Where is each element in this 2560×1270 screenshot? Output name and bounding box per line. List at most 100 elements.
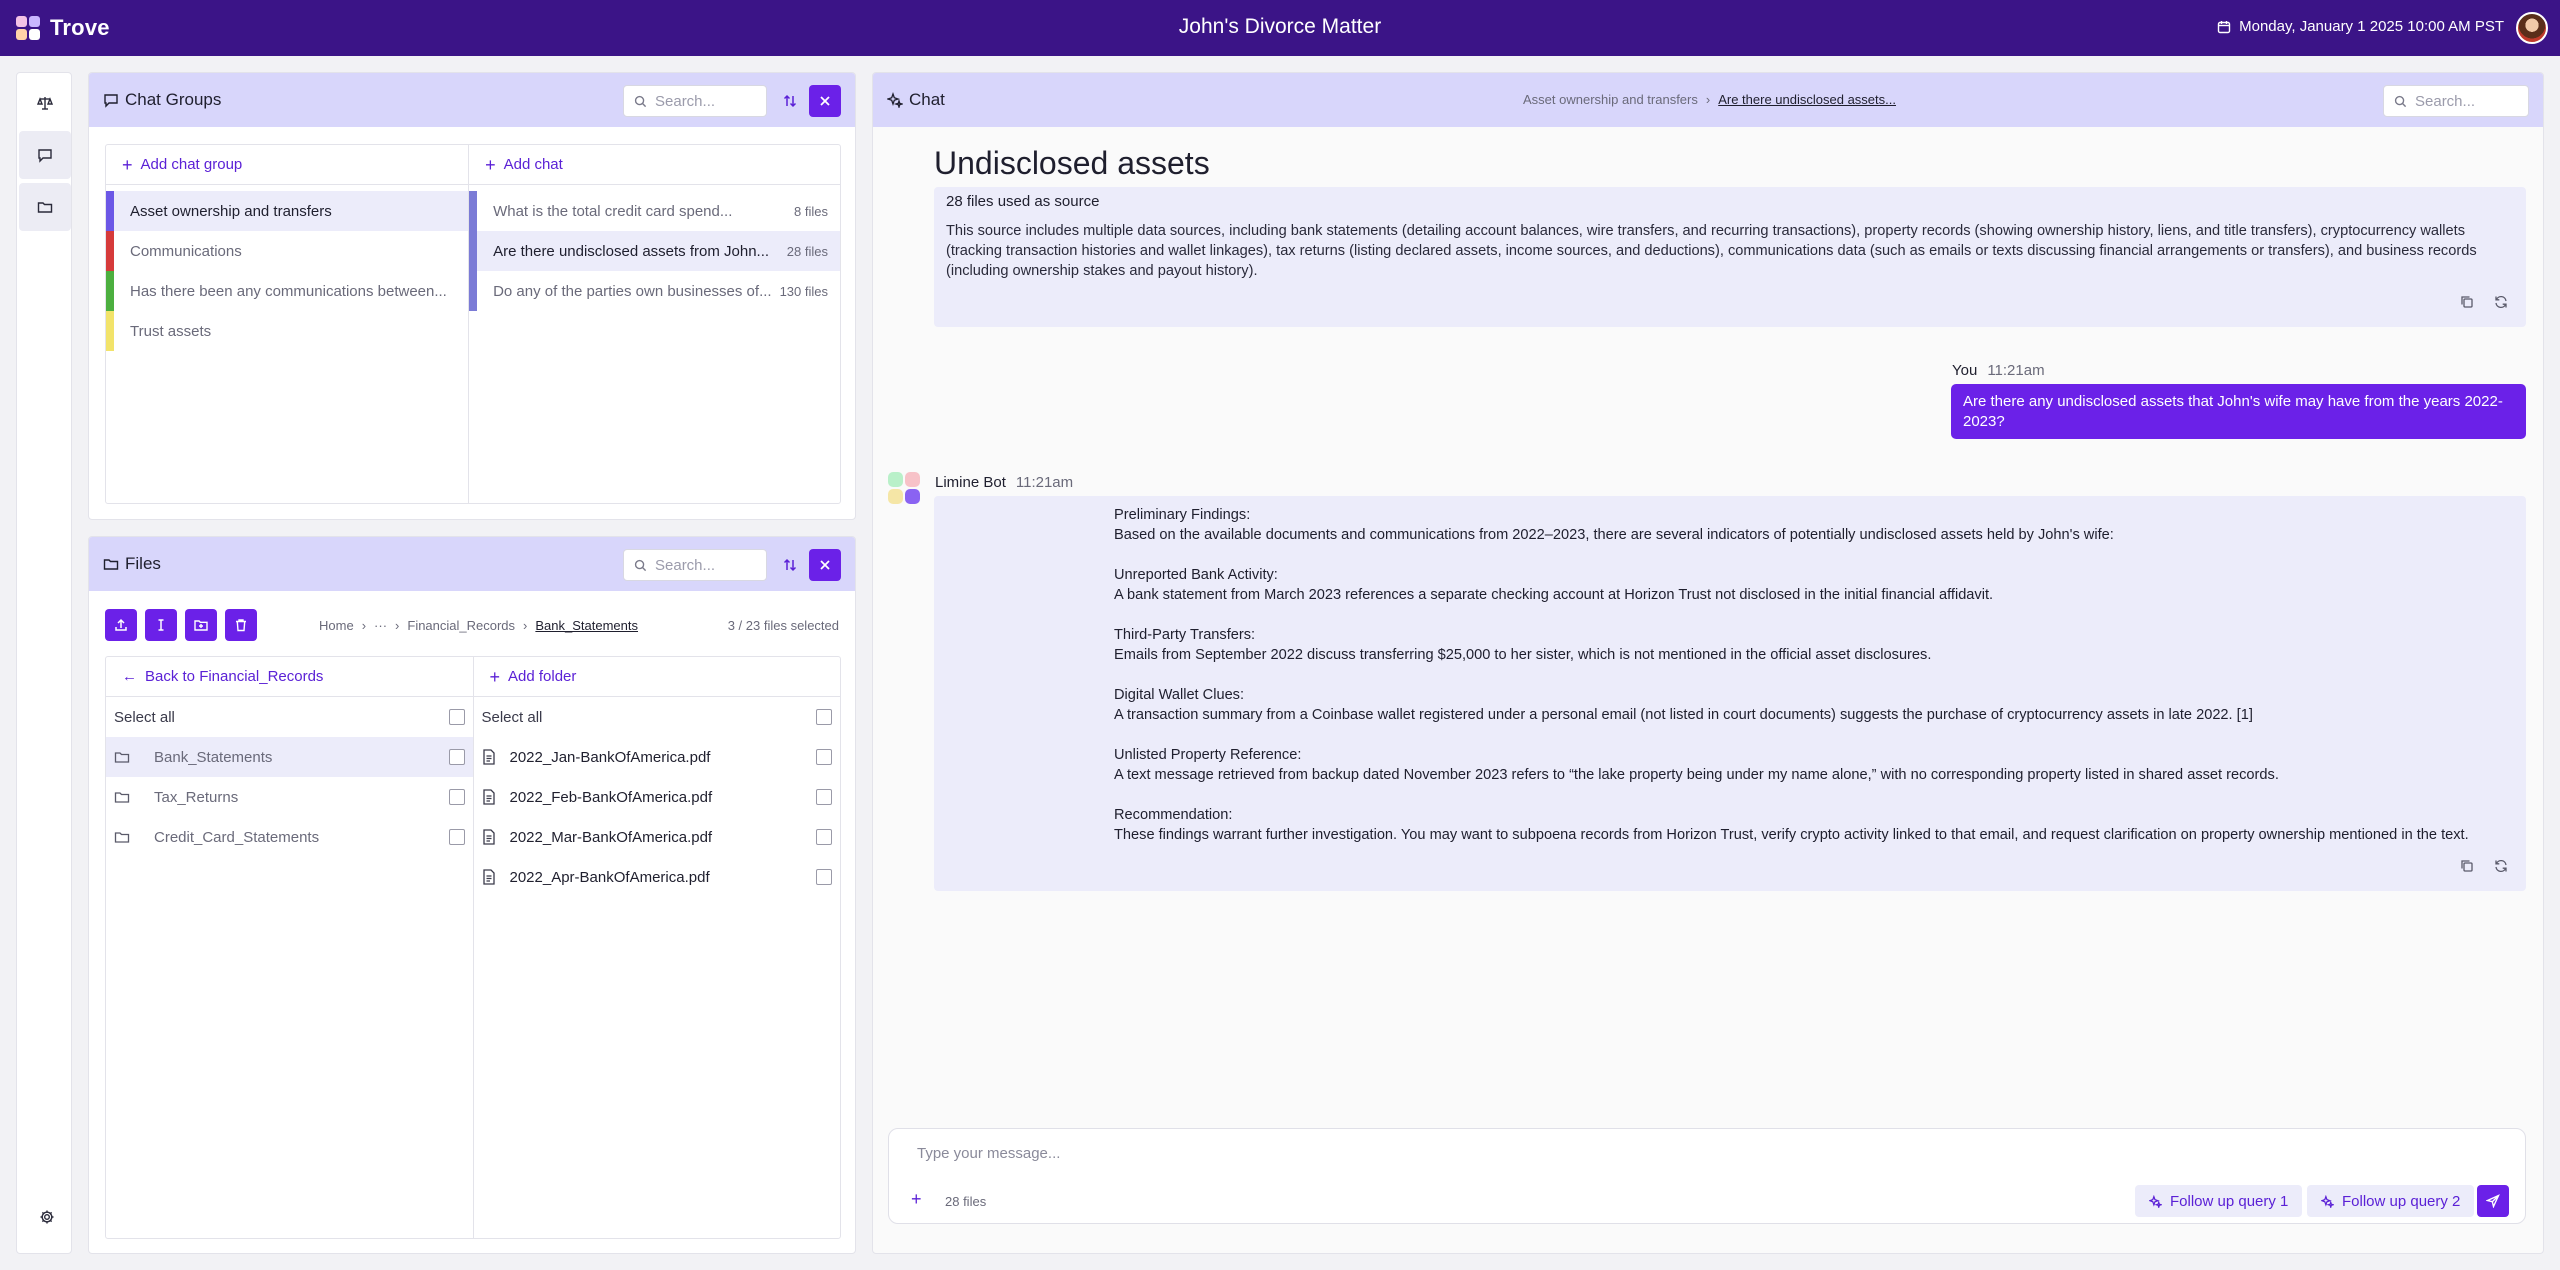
follow-up-query-2-button[interactable]: Follow up query 2 [2307,1185,2475,1217]
rename-button[interactable] [145,609,177,641]
group-color-bar [106,231,114,271]
breadcrumb-ellipsis[interactable]: ··· [374,618,387,633]
file-checkbox[interactable] [816,869,832,885]
copy-icon[interactable] [2460,295,2474,309]
file-checkbox[interactable] [816,789,832,805]
bot-paragraph: Third-Party Transfers: Emails from Septem… [1114,625,2518,665]
file-checkbox[interactable] [816,829,832,845]
files-search-input[interactable]: Search... [623,549,767,581]
chat-heading: Undisclosed assets [934,145,1210,181]
breadcrumb-financial-records[interactable]: Financial_Records [407,618,515,633]
chat-label: Are there undisclosed assets from John..… [493,242,770,260]
breadcrumb-group[interactable]: Asset ownership and transfers [1523,92,1698,107]
bot-paragraph-heading: Digital Wallet Clues: [1114,687,1245,703]
folder-checkbox[interactable] [448,749,465,765]
rail-files-button[interactable] [19,183,71,231]
folder-row[interactable]: Credit_Card_Statements [106,817,473,857]
chat-groups-columns: + Add chat group Asset ownership and tra… [105,144,841,504]
chat-groups-sort-button[interactable] [774,85,806,117]
folder-name: Credit_Card_Statements [154,828,320,846]
calendar-icon [2217,20,2231,33]
group-item-trust-assets[interactable]: Trust assets [106,311,468,351]
rail-settings-button[interactable] [21,1193,73,1241]
file-name: 2022_Mar-BankOfAmerica.pdf [509,828,713,846]
file-row[interactable]: 2022_Mar-BankOfAmerica.pdf [474,817,841,857]
group-item-has-there-been[interactable]: Has there been any communications betwee… [106,271,468,311]
add-folder-button[interactable]: + Add folder [473,657,840,697]
search-icon [634,95,647,107]
breadcrumb-bank-statements[interactable]: Bank_Statements [535,618,638,633]
group-color-bar [106,191,114,231]
breadcrumb-chat[interactable]: Are there undisclosed assets... [1718,92,1896,107]
group-label: Trust assets [130,322,212,340]
add-attachment-button[interactable]: + [911,1190,922,1208]
user-message-time: 11:21am [1987,362,2045,379]
breadcrumb-home[interactable]: Home [319,618,354,633]
group-item-communications[interactable]: Communications [106,231,468,271]
files-title-text: Files [125,554,161,573]
folder-name-wrap: Bank_Statements [114,749,272,766]
add-chat-button[interactable]: + Add chat [469,145,840,185]
select-all-files-row[interactable]: Select all [474,697,841,737]
chat-header: Chat Asset ownership and transfers › Are… [873,73,2543,127]
folder-name-wrap: Tax_Returns [114,789,238,806]
folder-checkbox[interactable] [448,829,465,845]
file-checkbox[interactable] [816,749,832,765]
file-name-wrap: 2022_Feb-BankOfAmerica.pdf [482,789,712,806]
new-folder-button[interactable] [185,609,217,641]
sort-icon [783,94,797,108]
bot-paragraph-text: A transaction summary from a Coinbase wa… [1114,707,2253,723]
chat-title-text: Chat [909,90,945,109]
chat-groups-close-button[interactable] [809,85,841,117]
message-composer: + 28 files Follow up query 1 Follow up q… [888,1128,2526,1224]
source-card: 28 files used as source This source incl… [934,187,2526,327]
bot-message-body: Preliminary Findings: Based on the availa… [1114,505,2518,845]
folder-icon [114,752,130,763]
files-sort-button[interactable] [774,549,806,581]
brand[interactable]: Trove [16,15,110,41]
folder-row[interactable]: Tax_Returns [106,777,473,817]
copy-icon[interactable] [2460,859,2474,873]
chat-item[interactable]: Do any of the parties own businesses of.… [469,271,840,311]
refresh-icon[interactable] [2494,859,2508,873]
plus-icon: + [122,154,133,175]
upload-button[interactable] [105,609,137,641]
message-input[interactable] [917,1145,2217,1162]
folder-icon [114,832,130,843]
rail-chat-button[interactable] [19,131,71,179]
folder-checkbox[interactable] [448,789,465,805]
pdfs-column: + Add folder Select all 2022_Jan-BankOfA… [473,657,841,1238]
left-rail [16,72,72,1254]
chat-search-input[interactable]: Search... [2383,85,2529,117]
file-row[interactable]: 2022_Jan-BankOfAmerica.pdf [474,737,841,777]
refresh-icon[interactable] [2494,295,2508,309]
file-name: 2022_Jan-BankOfAmerica.pdf [509,748,711,766]
bot-message-card: Preliminary Findings: Based on the availa… [934,496,2526,891]
plus-icon: + [489,666,501,687]
send-button[interactable] [2477,1185,2509,1217]
follow-up-query-1-button[interactable]: Follow up query 1 [2135,1185,2303,1217]
bot-message-time: 11:21am [1015,474,1074,491]
back-to-financial-records-button[interactable]: ← Back to Financial_Records [106,657,473,697]
rail-matters-button[interactable] [19,79,71,127]
chat-color-bar [469,231,478,271]
search-placeholder: Search... [2415,92,2476,110]
group-item-asset-ownership[interactable]: Asset ownership and transfers [106,191,469,231]
folder-row[interactable]: Bank_Statements [106,737,473,777]
chat-groups-header: Chat Groups Search... [89,73,855,127]
select-all-checkbox[interactable] [448,709,465,725]
file-row[interactable]: 2022_Feb-BankOfAmerica.pdf [474,777,841,817]
chat-item[interactable]: What is the total credit card spend... 8 … [469,191,840,231]
add-chat-group-button[interactable]: + Add chat group [106,145,469,185]
chat-item[interactable]: Are there undisclosed assets from John..… [469,231,840,271]
file-row[interactable]: 2022_Apr-BankOfAmerica.pdf [474,857,841,897]
chat-label: What is the total credit card spend... [493,202,733,220]
user-avatar[interactable] [2516,12,2548,44]
select-all-checkbox[interactable] [816,709,832,725]
files-close-button[interactable] [809,549,841,581]
select-all-folders-row[interactable]: Select all [106,697,473,737]
delete-button[interactable] [225,609,257,641]
chat-groups-search-input[interactable]: Search... [623,85,767,117]
file-name-wrap: 2022_Apr-BankOfAmerica.pdf [482,869,710,886]
datetime-text: Monday, January 1 2025 10:00 AM PST [2239,18,2504,35]
